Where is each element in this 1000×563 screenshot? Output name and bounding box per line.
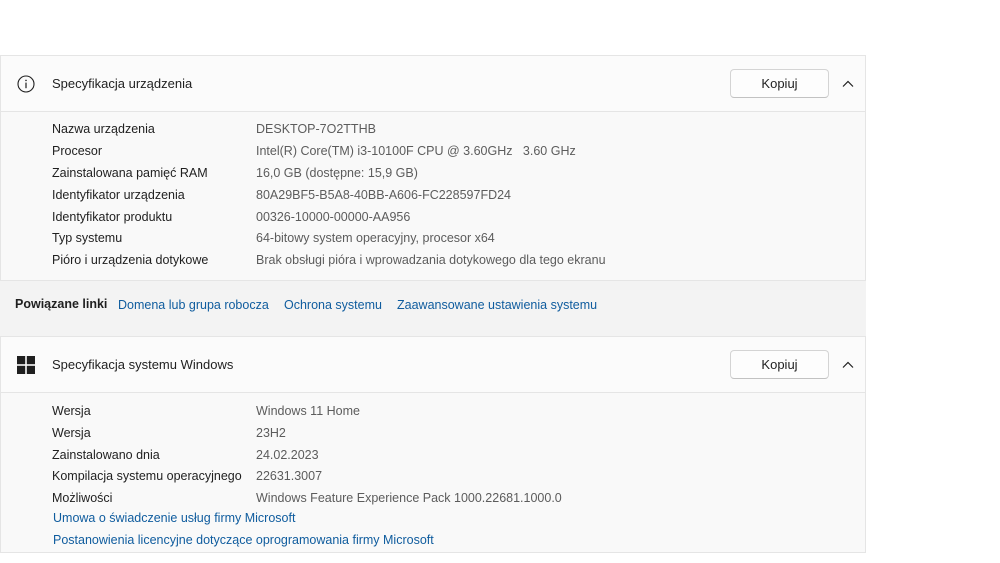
device-spec-header[interactable]: Specyfikacja urządzenia Kopiuj (1, 56, 865, 112)
spec-value: 80A29BF5-B5A8-40BB-A606-FC228597FD24 (256, 188, 512, 202)
device-spec-card: Specyfikacja urządzenia Kopiuj Nazwa urz… (0, 55, 866, 281)
spec-row: Zainstalowana pamięć RAM 16,0 GB (dostęp… (1, 166, 865, 186)
spec-value: DESKTOP-7O2TTHB (256, 122, 376, 136)
settings-panel: Specyfikacja urządzenia Kopiuj Nazwa urz… (0, 55, 866, 553)
link-microsoft-services-agreement[interactable]: Umowa o świadczenie usług firmy Microsof… (53, 511, 295, 525)
spec-row: Nazwa urządzenia DESKTOP-7O2TTHB (1, 122, 865, 142)
link-domain-workgroup[interactable]: Domena lub grupa robocza (118, 298, 269, 312)
spec-row: Wersja Windows 11 Home (1, 404, 865, 424)
spec-key: Nazwa urządzenia (52, 122, 155, 136)
link-advanced-system-settings[interactable]: Zaawansowane ustawienia systemu (397, 298, 597, 312)
spec-value: Windows Feature Experience Pack 1000.226… (256, 491, 562, 505)
windows-spec-title: Specyfikacja systemu Windows (52, 357, 234, 372)
spec-value: 16,0 GB (dostępne: 15,9 GB) (256, 166, 418, 180)
related-links-label: Powiązane linki (15, 297, 108, 311)
spec-key: Kompilacja systemu operacyjnego (52, 469, 242, 483)
chevron-up-icon[interactable] (839, 75, 857, 93)
spec-row: Procesor Intel(R) Core(TM) i3-10100F CPU… (1, 144, 865, 164)
info-icon (16, 74, 36, 94)
spec-row: Typ systemu 64-bitowy system operacyjny,… (1, 231, 865, 251)
spec-value: 22631.3007 (256, 469, 323, 483)
device-spec-title: Specyfikacja urządzenia (52, 76, 193, 91)
spec-row: Możliwości Windows Feature Experience Pa… (1, 491, 865, 511)
spec-key: Pióro i urządzenia dotykowe (52, 253, 209, 267)
spec-row: Identyfikator urządzenia 80A29BF5-B5A8-4… (1, 188, 865, 208)
spec-row: Identyfikator produktu 00326-10000-00000… (1, 210, 865, 230)
spec-key: Identyfikator produktu (52, 210, 173, 224)
spec-key: Wersja (52, 426, 91, 440)
windows-logo-icon (16, 355, 36, 375)
spec-row: Kompilacja systemu operacyjnego 22631.30… (1, 469, 865, 489)
spec-key: Typ systemu (52, 231, 123, 245)
link-microsoft-license-terms[interactable]: Postanowienia licencyjne dotyczące oprog… (53, 533, 434, 547)
spec-value: Brak obsługi pióra i wprowadzania dotyko… (256, 253, 606, 267)
spec-value: 64-bitowy system operacyjny, procesor x6… (256, 231, 495, 245)
spec-key: Wersja (52, 404, 91, 418)
spec-row: Wersja 23H2 (1, 426, 865, 446)
windows-spec-card: Specyfikacja systemu Windows Kopiuj Wers… (0, 336, 866, 553)
spec-key: Zainstalowana pamięć RAM (52, 166, 208, 180)
link-system-protection[interactable]: Ochrona systemu (284, 298, 382, 312)
spec-value: 00326-10000-00000-AA956 (256, 210, 411, 224)
spec-value: Intel(R) Core(TM) i3-10100F CPU @ 3.60GH… (256, 144, 576, 158)
spec-row: Pióro i urządzenia dotykowe Brak obsługi… (1, 253, 865, 273)
spec-value: 24.02.2023 (256, 448, 319, 462)
spec-key: Identyfikator urządzenia (52, 188, 185, 202)
windows-spec-copy-button[interactable]: Kopiuj (730, 350, 829, 379)
device-spec-copy-button[interactable]: Kopiuj (730, 69, 829, 98)
related-links-bar: Powiązane linki Domena lub grupa robocza… (0, 281, 866, 331)
spec-value: Windows 11 Home (256, 404, 360, 418)
spec-key: Zainstalowano dnia (52, 448, 160, 462)
spec-key: Procesor (52, 144, 103, 158)
spec-key: Możliwości (52, 491, 113, 505)
spec-row: Zainstalowano dnia 24.02.2023 (1, 448, 865, 468)
windows-spec-header[interactable]: Specyfikacja systemu Windows Kopiuj (1, 337, 865, 393)
spec-value: 23H2 (256, 426, 286, 440)
chevron-up-icon[interactable] (839, 356, 857, 374)
